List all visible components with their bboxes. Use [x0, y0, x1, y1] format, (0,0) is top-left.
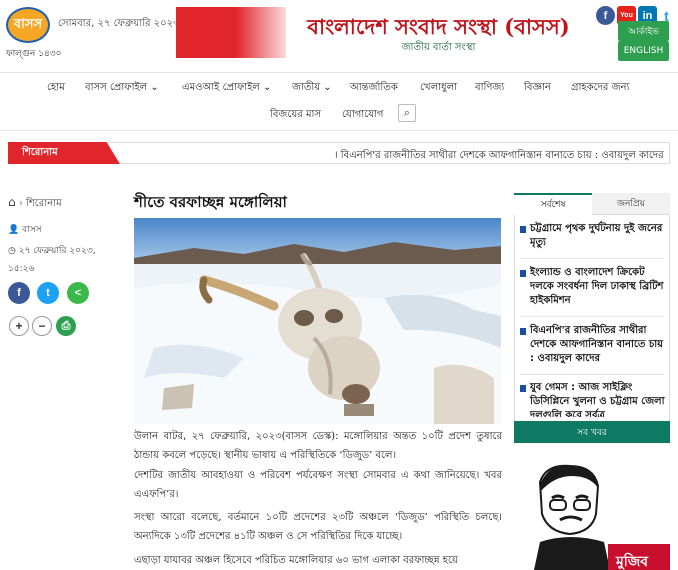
nav-divider	[0, 72, 678, 73]
nav-moi-profile[interactable]: এমওআই প্রোফাইল ⌄	[182, 80, 271, 97]
mujib-promo-banner[interactable]: মুজিব	[520, 462, 670, 570]
home-icon[interactable]: ⌂	[8, 195, 16, 209]
article-paragraph: উলান বাটর, ২৭ ফেব্রুয়ারি, ২০২৩(বাসস ডেস…	[134, 431, 502, 461]
nav-national-label: জাতীয়	[292, 82, 321, 93]
latest-news-item[interactable]: ইংল্যান্ড ও বাংলাদেশ ক্রিকেট দলকে সংবর্ধ…	[520, 266, 668, 308]
archive-button[interactable]: আর্কাইভ	[618, 21, 669, 41]
bookmark-icon	[520, 270, 526, 277]
latest-news-item[interactable]: চট্টগ্রামে পৃথক দুর্ঘটনায় দুই জনের মৃত্…	[520, 222, 668, 250]
bookmark-icon	[520, 328, 526, 335]
share-icon[interactable]: <	[67, 282, 89, 304]
latest-news-item[interactable]: বিএনপি'র রাজনীতির সাথীরা দেশকে আফগানিস্ত…	[520, 324, 668, 366]
facebook-icon[interactable]: f	[596, 6, 615, 25]
bookmark-icon	[520, 385, 526, 392]
nav-bss-profile[interactable]: বাসস প্রোফাইল ⌄	[85, 80, 159, 97]
item-divider	[520, 374, 664, 375]
ticker-text[interactable]: । বিএনপি'র রাজনীতির সাথীরা দেশকে আফগানিস…	[334, 148, 668, 165]
bangla-month: ফাল্গুন ১৪৩০	[6, 49, 62, 59]
print-icon[interactable]: ⎙	[56, 316, 76, 336]
snow-skull-image	[134, 218, 501, 424]
banner-subtitle: জাতীয় বার্তা সংস্থা	[401, 42, 476, 53]
author-name: বাসস	[22, 225, 42, 235]
latest-news-title: চট্টগ্রামে পৃথক দুর্ঘটনায় দুই জনের মৃত্…	[530, 223, 663, 248]
twitter-share-icon[interactable]: t	[37, 282, 59, 304]
publish-date-text: ২৭ ফেব্রুয়ারি ২০২৩,	[18, 246, 96, 256]
ticker-label: শিরোনাম	[8, 142, 120, 164]
publish-time: ১৫:২৬	[8, 264, 35, 274]
nav-divider-bottom	[0, 130, 678, 131]
breadcrumb-section[interactable]: শিরোনাম	[26, 198, 62, 209]
tab-popular[interactable]: জনপ্রিয়	[592, 193, 670, 215]
nav-international[interactable]: আন্তর্জাতিক	[350, 80, 398, 97]
facebook-share-icon[interactable]: f	[8, 282, 30, 304]
search-icon: ⌕	[403, 106, 411, 119]
item-divider	[520, 316, 664, 317]
chevron-down-icon: ⌄	[263, 82, 272, 93]
breadcrumb: ⌂ › শিরোনাম	[8, 195, 62, 213]
article-photo[interactable]	[134, 218, 501, 424]
nav-contact[interactable]: যোগাযোগ	[342, 107, 383, 124]
article-paragraph: সংস্থা আরো বলেছে, বর্তমানে ১০টি প্রদেশের…	[134, 512, 502, 542]
latest-news-title: যুব গেমস : আজ সাইক্লিং ডিসিপ্লিনে খুলনা …	[530, 382, 665, 417]
all-news-button[interactable]: সব খবর	[514, 421, 670, 443]
tab-latest[interactable]: সর্বশেষ	[514, 193, 592, 215]
site-banner[interactable]: বাংলাদেশ সংবাদ সংস্থা (বাসস) জাতীয় বার্…	[176, 7, 586, 58]
article-paragraph: দেশটির জাতীয় আবহাওয়া ও পরিবেশ পর্যবেক্…	[134, 470, 502, 500]
nav-national[interactable]: জাতীয় ⌄	[292, 80, 332, 97]
item-divider	[520, 258, 664, 259]
author-line: 👤 বাসস	[8, 222, 42, 237]
latest-news-item[interactable]: যুব গেমস : আজ সাইক্লিং ডিসিপ্লিনে খুলনা …	[520, 381, 668, 417]
nav-victory-month[interactable]: বিজয়ের মাস	[270, 107, 321, 124]
nav-for-customers[interactable]: গ্রাহকদের জন্য	[571, 80, 629, 97]
search-button[interactable]: ⌕	[398, 104, 416, 122]
font-decrease-icon[interactable]: −	[32, 316, 52, 336]
chevron-down-icon: ⌄	[150, 82, 159, 93]
nav-sports[interactable]: খেলাধুলা	[420, 80, 457, 97]
user-icon: 👤	[8, 225, 20, 235]
english-button[interactable]: ENGLISH	[618, 41, 669, 61]
latest-news-title: বিএনপি'র রাজনীতির সাথীরা দেশকে আফগানিস্ত…	[530, 325, 664, 364]
publish-date: ◷ ২৭ ফেব্রুয়ারি ২০২৩,	[8, 243, 96, 258]
nav-commerce[interactable]: বাণিজ্য	[475, 80, 504, 97]
promo-text: মুজিব	[616, 554, 649, 570]
font-increase-icon[interactable]: +	[9, 316, 29, 336]
bss-logo[interactable]: বাসস	[6, 7, 50, 43]
chevron-down-icon: ⌄	[323, 82, 332, 93]
clock-icon: ◷	[8, 246, 16, 256]
nav-home[interactable]: হোম	[47, 80, 65, 97]
bookmark-icon	[520, 226, 526, 233]
nav-bss-profile-label: বাসস প্রোফাইল	[85, 82, 148, 93]
latest-news-title: ইংল্যান্ড ও বাংলাদেশ ক্রিকেট দলকে সংবর্ধ…	[530, 267, 664, 306]
nav-moi-profile-label: এমওআই প্রোফাইল	[182, 82, 260, 93]
article-paragraph: এছাড়া যাযাবর অঞ্চল হিসেবে পরিচিত মঙ্গোল…	[134, 555, 458, 566]
breadcrumb-sep: ›	[18, 198, 23, 209]
article-title: শীতে বরফাচ্ছন্ন মঙ্গোলিয়া	[134, 193, 287, 211]
nav-science[interactable]: বিজ্ঞান	[524, 80, 551, 97]
